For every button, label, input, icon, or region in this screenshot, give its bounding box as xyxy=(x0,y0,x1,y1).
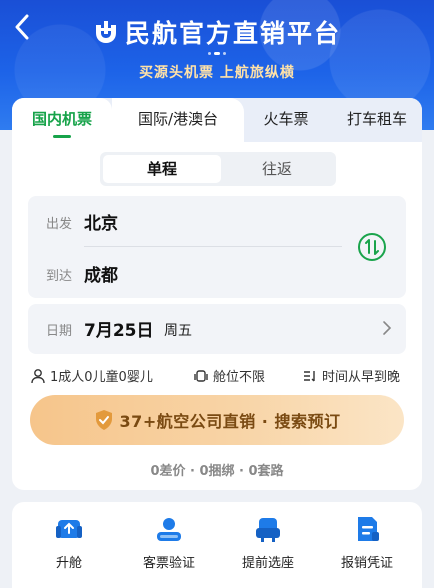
receipt-icon xyxy=(358,517,379,541)
date-label: 日期 xyxy=(46,324,73,339)
tab-train-tickets[interactable]: 火车票 xyxy=(246,98,326,142)
page-subtitle: 买源头机票 上航旅纵横 xyxy=(139,65,295,81)
sort-order: 时间从早到晚 xyxy=(322,370,401,385)
search-button-label: 37+航空公司直销 · 搜索预订 xyxy=(119,412,341,431)
service-upgrade-label: 升舱 xyxy=(55,556,82,571)
sort-selector[interactable]: 时间从早到晚 xyxy=(302,366,400,385)
departure-date: 7月25日 xyxy=(84,321,154,341)
arrival-city[interactable]: 成都 xyxy=(84,261,118,286)
chevron-right-icon xyxy=(383,321,392,335)
service-ticket-verify[interactable]: 客票验证 xyxy=(129,514,209,571)
passenger-selector[interactable]: 1成人0儿童0婴儿 xyxy=(30,366,153,385)
departure-city[interactable]: 北京 xyxy=(84,209,118,234)
seat-icon xyxy=(194,369,208,382)
page-title: 民航官方直销平台 xyxy=(124,19,341,48)
one-way-option[interactable]: 单程 xyxy=(103,155,221,183)
service-ticket-verify-label: 客票验证 xyxy=(142,556,195,571)
departure-label: 出发 xyxy=(46,217,73,232)
carousel-dots xyxy=(200,50,234,56)
service-seat-select-label: 提前选座 xyxy=(241,556,294,571)
price-guarantee: 0差价 · 0捆绑 · 0套路 xyxy=(150,464,284,479)
title-row: 民航官方直销平台 xyxy=(0,14,434,50)
service-upgrade[interactable]: 升舱 xyxy=(29,514,109,571)
tab-international-flights[interactable]: 国际/港澳台 xyxy=(112,98,244,142)
route-selector: 出发 北京 到达 成都 xyxy=(28,196,406,298)
trip-type-toggle: 单程 往返 xyxy=(100,152,336,186)
shield-check-icon xyxy=(95,410,112,430)
service-receipt-label: 报销凭证 xyxy=(340,556,393,571)
search-button[interactable]: 37+航空公司直销 · 搜索预订 xyxy=(30,395,404,445)
swap-cities-button[interactable] xyxy=(358,233,386,261)
upgrade-seat-icon xyxy=(56,520,82,538)
passenger-count: 1成人0儿童0婴儿 xyxy=(50,370,153,385)
cabin-class: 舱位不限 xyxy=(213,370,266,385)
person-icon xyxy=(31,368,45,383)
ticket-verify-icon xyxy=(157,518,181,541)
active-tab-indicator xyxy=(53,135,71,138)
service-receipt[interactable]: 报销凭证 xyxy=(327,514,407,571)
cabin-selector[interactable]: 舱位不限 xyxy=(193,366,265,385)
service-seat-select[interactable]: 提前选座 xyxy=(228,514,308,571)
sort-icon xyxy=(304,370,315,381)
swap-arrows-icon xyxy=(365,239,379,255)
arrival-label: 到达 xyxy=(46,269,73,284)
booking-card: 国内机票 国际/港澳台 火车票 打车租车 单程 往返 出发 北京 到达 成都 日… xyxy=(12,98,422,490)
services-panel: 升舱 客票验证 提前选座 报销凭证 xyxy=(12,502,422,588)
tab-bar: 国内机票 国际/港澳台 火车票 打车租车 xyxy=(12,98,422,142)
airline-logo-icon xyxy=(95,21,116,43)
search-options: 1成人0儿童0婴儿 舱位不限 时间从早到晚 xyxy=(12,366,422,386)
departure-weekday: 周五 xyxy=(164,323,192,339)
route-divider xyxy=(84,246,342,247)
date-selector[interactable]: 日期 7月25日 周五 xyxy=(28,304,406,354)
tab-taxi-car-rental[interactable]: 打车租车 xyxy=(332,98,422,142)
round-trip-option[interactable]: 往返 xyxy=(218,152,336,186)
seat-select-icon xyxy=(256,518,280,542)
